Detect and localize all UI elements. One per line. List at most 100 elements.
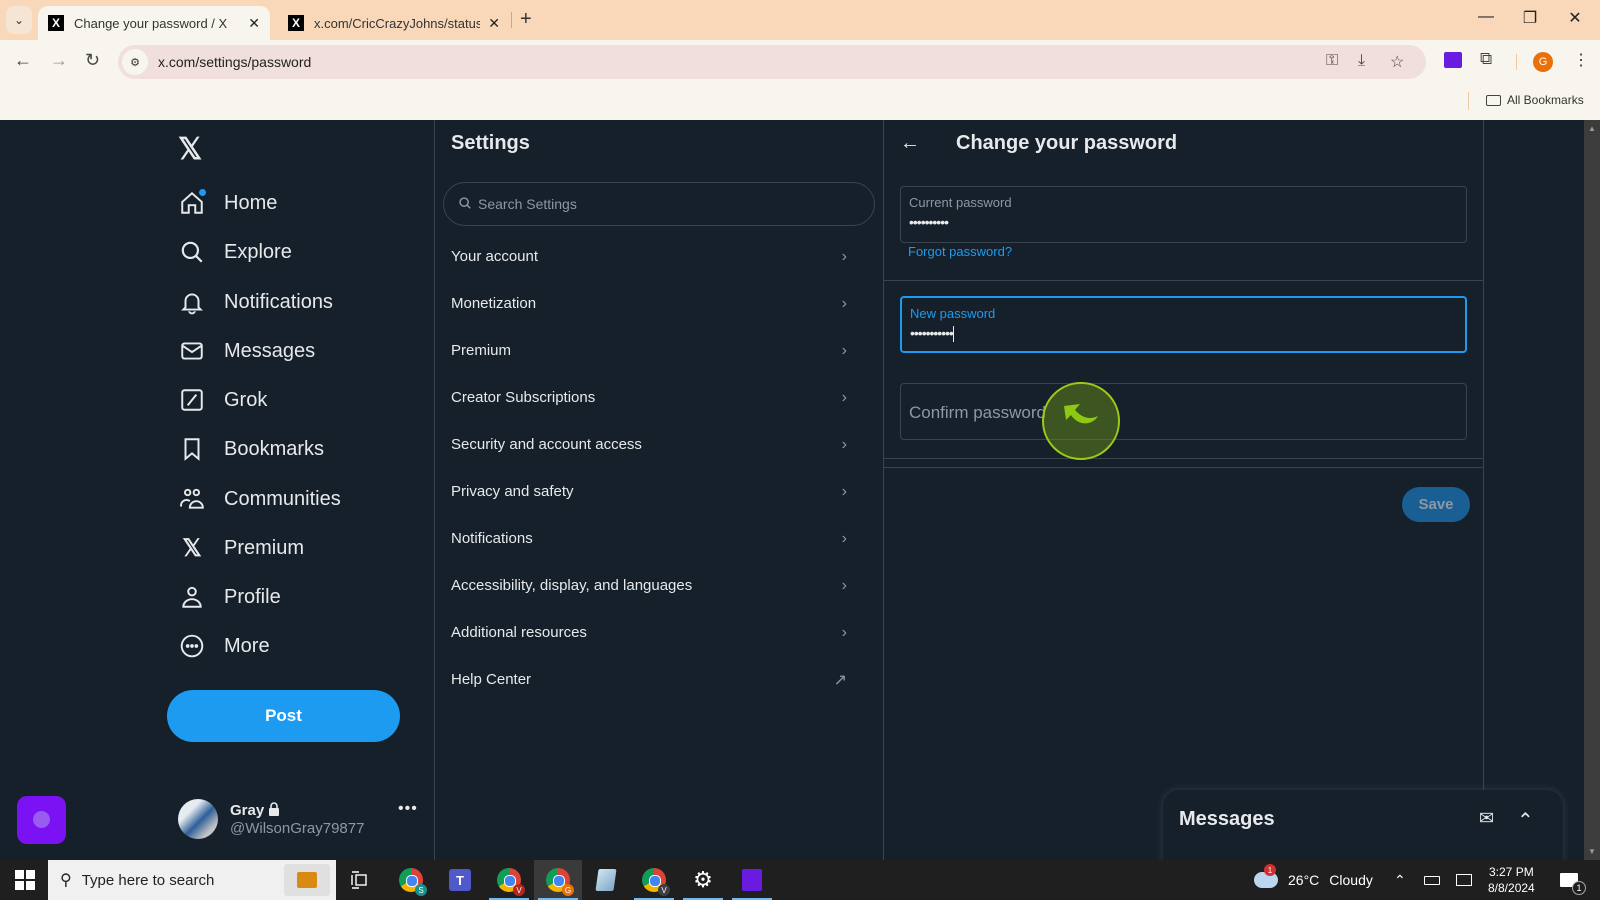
settings-search-input[interactable] [478, 196, 858, 212]
minimize-button[interactable]: — [1466, 8, 1506, 26]
post-button[interactable]: Post [167, 690, 400, 742]
show-hidden-icons[interactable]: ⌃ [1394, 860, 1406, 900]
address-bar[interactable]: ⚙ x.com/settings/password ⚿ ⤓ ☆ [118, 45, 1426, 79]
communities-icon [178, 485, 206, 513]
close-tab-icon[interactable]: ✕ [248, 15, 260, 32]
profile-avatar[interactable]: G [1533, 52, 1553, 72]
taskbar-teams[interactable]: T [436, 860, 484, 900]
floating-app-button[interactable] [17, 796, 66, 844]
nav-label: Bookmarks [224, 437, 325, 460]
site-info-icon[interactable]: ⚙ [122, 49, 148, 75]
settings-item-privacy[interactable]: Privacy and safety › [433, 468, 865, 515]
window-close-button[interactable]: ✕ [1555, 8, 1595, 28]
settings-item-label: Additional resources [451, 624, 587, 641]
restore-button[interactable]: ❐ [1510, 8, 1550, 28]
nav-grok[interactable]: Grok [178, 380, 267, 420]
nav-premium[interactable]: 𝕏 Premium [178, 528, 304, 568]
taskbar-app[interactable] [728, 860, 776, 900]
taskbar-search-input[interactable] [81, 871, 242, 889]
nav-profile[interactable]: Profile [178, 577, 281, 617]
back-button[interactable]: ← [14, 50, 32, 71]
chrome-icon: S [399, 868, 427, 896]
save-button[interactable]: Save [1402, 487, 1470, 522]
battery-icon[interactable] [1424, 860, 1440, 900]
nav-bookmarks[interactable]: Bookmarks [178, 429, 324, 469]
network-icon[interactable] [1456, 860, 1472, 900]
settings-item-notifications[interactable]: Notifications › [433, 515, 865, 562]
settings-item-premium[interactable]: Premium › [433, 327, 865, 374]
settings-item-accessibility[interactable]: Accessibility, display, and languages › [433, 562, 865, 609]
new-tab-button[interactable]: + [520, 8, 532, 31]
windows-start-icon[interactable] [15, 870, 35, 890]
forgot-password-link[interactable]: Forgot password? [908, 244, 1012, 259]
extensions-puzzle-icon[interactable]: ⧉ [1480, 49, 1492, 69]
nav-more[interactable]: More [178, 626, 270, 666]
avatar [178, 799, 218, 839]
reload-button[interactable]: ↻ [85, 50, 100, 71]
confirm-password-field[interactable]: Confirm password [900, 383, 1467, 440]
settings-item-help-center[interactable]: Help Center ↗ [433, 656, 865, 703]
new-password-field[interactable]: New password ••••••••••• [900, 296, 1467, 353]
nav-messages[interactable]: Messages [178, 331, 315, 371]
taskbar-notepad[interactable] [582, 860, 630, 900]
current-password-field[interactable]: Current password •••••••••• [900, 186, 1467, 243]
task-view-icon[interactable] [336, 860, 384, 900]
bookmark-star-icon[interactable]: ☆ [1390, 52, 1404, 72]
chevron-right-icon: › [841, 529, 847, 547]
search-icon [178, 238, 206, 266]
taskbar-chrome-g[interactable]: G [534, 860, 582, 900]
taskbar-settings[interactable]: ⚙ [679, 860, 727, 900]
collapse-drawer-icon[interactable]: ⌃ [1517, 808, 1534, 833]
x-logo-icon[interactable]: 𝕏 [178, 132, 202, 167]
all-bookmarks-button[interactable]: All Bookmarks [1486, 93, 1584, 107]
tab-list-button[interactable]: ⌄ [6, 6, 32, 34]
messages-drawer[interactable]: Messages ✉ ⌃ [1163, 790, 1563, 862]
page-scrollbar[interactable]: ▲ ▼ [1584, 120, 1600, 860]
taskbar-chrome-v2[interactable]: V [630, 860, 678, 900]
browser-menu-icon[interactable]: ⋮ [1573, 50, 1589, 70]
section-divider [884, 458, 1483, 459]
profile-icon [178, 583, 206, 611]
url-text[interactable]: x.com/settings/password [158, 54, 311, 70]
taskbar-chrome-v[interactable]: V [485, 860, 533, 900]
tab-title: Change your password / X [74, 15, 228, 31]
new-message-icon[interactable]: ✉ [1479, 808, 1494, 829]
nav-communities[interactable]: Communities [178, 479, 341, 519]
settings-search[interactable] [443, 182, 875, 226]
nav-notifications[interactable]: Notifications [178, 282, 333, 322]
chevron-right-icon: › [841, 247, 847, 265]
forward-button[interactable]: → [50, 50, 68, 71]
install-app-icon[interactable]: ⤓ [1358, 52, 1365, 70]
nav-explore[interactable]: Explore [178, 232, 292, 272]
scroll-down-icon[interactable]: ▼ [1588, 847, 1596, 856]
password-key-icon[interactable]: ⚿ [1326, 52, 1338, 70]
weather-widget[interactable]: 1 26°C Cloudy [1254, 860, 1373, 900]
settings-item-label: Premium [451, 342, 512, 359]
settings-item-monetization[interactable]: Monetization › [433, 280, 865, 327]
chevron-right-icon: › [841, 341, 847, 359]
back-arrow-icon[interactable]: ← [900, 132, 920, 155]
extension-icon[interactable] [1444, 52, 1462, 68]
action-center-icon[interactable]: 1 [1560, 860, 1586, 900]
tab-status[interactable]: X x.com/CricCrazyJohns/status/18 ✕ [278, 6, 510, 40]
taskbar-chrome-s[interactable]: S [387, 860, 435, 900]
tab-change-password[interactable]: X Change your password / X ✕ [38, 6, 270, 40]
nav-home[interactable]: Home [178, 183, 277, 223]
account-more-icon[interactable]: ••• [398, 800, 418, 818]
settings-item-creator-subscriptions[interactable]: Creator Subscriptions › [433, 374, 865, 421]
current-password-value[interactable]: •••••••••• [909, 214, 1458, 230]
settings-item-security[interactable]: Security and account access › [433, 421, 865, 468]
scroll-up-icon[interactable]: ▲ [1588, 124, 1596, 133]
nav-label: Communities [224, 487, 341, 510]
settings-item-your-account[interactable]: Your account › [433, 233, 865, 280]
new-password-value[interactable]: ••••••••••• [910, 325, 954, 341]
settings-item-label: Security and account access [451, 436, 642, 453]
taskbar-search[interactable]: ⚲ [48, 860, 336, 900]
close-tab-icon[interactable]: ✕ [488, 15, 500, 32]
account-switcher[interactable]: Gray @WilsonGray79877 [178, 794, 418, 844]
system-clock[interactable]: 3:27 PM 8/8/2024 [1488, 864, 1535, 896]
chevron-right-icon: › [841, 294, 847, 312]
briefcase-icon[interactable] [284, 864, 330, 896]
chrome-icon: V [642, 868, 670, 896]
settings-item-additional-resources[interactable]: Additional resources › [433, 609, 865, 656]
